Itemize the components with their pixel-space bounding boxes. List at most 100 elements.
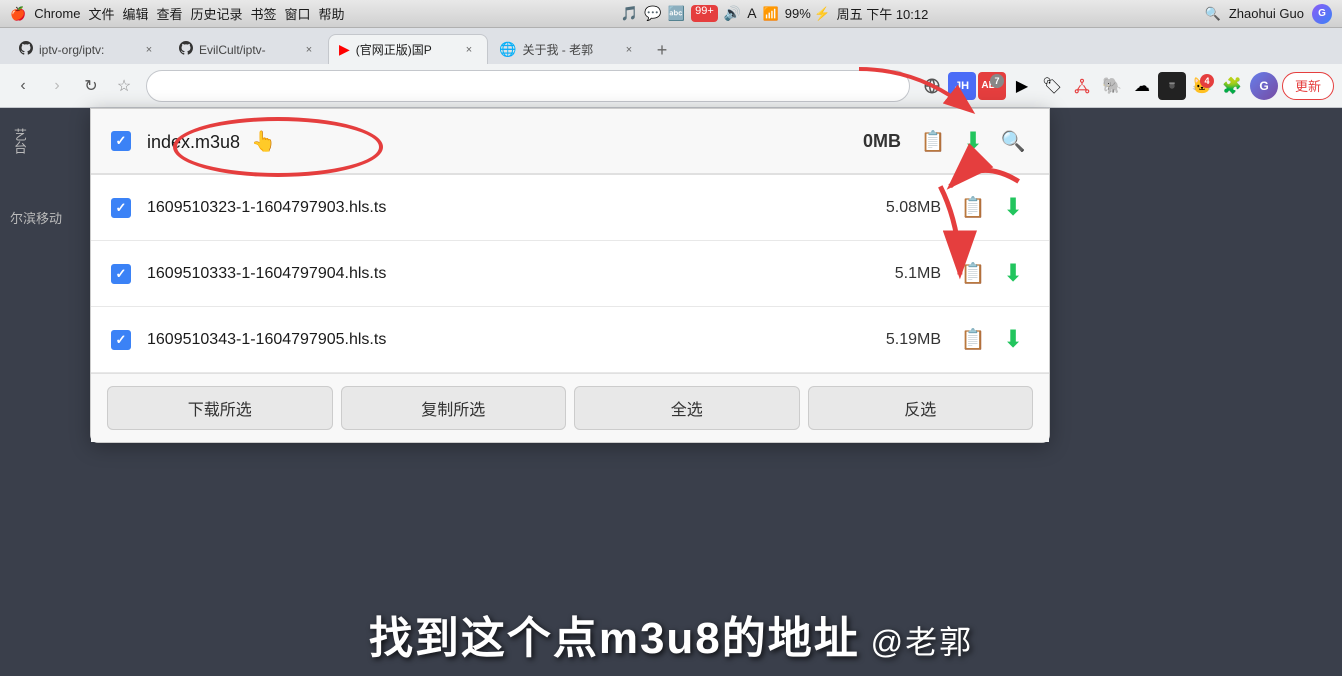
download-icon-index[interactable]: ⬇ [957, 125, 989, 157]
menu-edit[interactable]: 编辑 [122, 4, 148, 23]
extension-icons: JH ABP 7 ▶ 🏷 🐘 ☁ 🐱 4 🧩 [918, 72, 1246, 100]
filesize-3: 5.19MB [861, 331, 941, 349]
filename-1: 1609510323-1-1604797903.hls.ts [147, 199, 845, 217]
download-icon-2[interactable]: ⬇ [997, 258, 1029, 290]
menu-history[interactable]: 历史记录 [190, 4, 242, 23]
download-row-2: 1609510333-1-1604797904.hls.ts 5.1MB 📋 ⬇ [91, 241, 1049, 307]
web-icon: 🌐 [499, 41, 516, 58]
checkbox-1[interactable] [111, 198, 131, 218]
cloud-ext-icon[interactable]: ☁ [1128, 72, 1156, 100]
checkbox-index[interactable] [111, 131, 131, 151]
abp-badge: 7 [990, 74, 1004, 88]
elephant-ext-icon[interactable]: 🐘 [1098, 72, 1126, 100]
download-row-header: index.m3u8 👆 0MB 📋 ⬇ 🔍 [91, 109, 1049, 175]
tab-close-3[interactable]: × [461, 42, 477, 58]
filename-index: index.m3u8 👆 [147, 129, 805, 154]
button-row: 下载所选 复制所选 全选 反选 [91, 373, 1049, 442]
battery-status: 99% ⚡ [785, 6, 831, 22]
back-button[interactable]: ‹ [8, 71, 38, 101]
tab-bar: iptv-org/iptv: × EvilCult/iptv- × ▶ (官网正… [0, 28, 1342, 64]
datetime: 周五 下午 10:12 [837, 4, 929, 23]
new-tab-button[interactable]: + [648, 36, 676, 64]
jh-ext-icon[interactable]: JH [948, 72, 976, 100]
copy-icon-1[interactable]: 📋 [957, 192, 989, 224]
action-icons-1: 📋 ⬇ [957, 192, 1029, 224]
filesize-2: 5.1MB [861, 265, 941, 283]
download-icon-1[interactable]: ⬇ [997, 192, 1029, 224]
menubar-left: 🍎 Chrome 文件 编辑 查看 历史记录 书签 窗口 帮助 [10, 4, 345, 23]
tab-youtube[interactable]: ▶ (官网正版)国P × [328, 34, 488, 64]
apple-icon: 🍎 [10, 6, 26, 22]
sidebar-text: 艺台 [10, 128, 29, 154]
download-panel: index.m3u8 👆 0MB 📋 ⬇ 🔍 1609510323-1-1604… [90, 108, 1050, 443]
github-icon-2 [179, 41, 193, 58]
puzzle-ext-icon[interactable]: 🧩 [1218, 72, 1246, 100]
browser-chrome: iptv-org/iptv: × EvilCult/iptv- × ▶ (官网正… [0, 28, 1342, 108]
toolbar: ‹ › ↻ ☆ JH ABP 7 ▶ 🏷 🐘 ☁ [0, 64, 1342, 108]
menubar: 🍎 Chrome 文件 编辑 查看 历史记录 书签 窗口 帮助 🎵💬🔤99+🔊A… [0, 0, 1342, 28]
checkbox-3[interactable] [111, 330, 131, 350]
select-all-button[interactable]: 全选 [574, 386, 800, 430]
wifi-icon: 📶 [763, 6, 779, 22]
abp-ext-icon[interactable]: ABP 7 [978, 72, 1006, 100]
tab-about[interactable]: 🌐 关于我 - 老郭 × [488, 34, 648, 64]
github-icon-1 [19, 41, 33, 58]
menu-file[interactable]: 文件 [88, 4, 114, 23]
tab-title-3: (官网正版)国P [356, 41, 432, 58]
tab-close-1[interactable]: × [141, 42, 157, 58]
search-icon-index[interactable]: 🔍 [997, 125, 1029, 157]
reload-button[interactable]: ↻ [76, 71, 106, 101]
cat-badge: 4 [1200, 74, 1214, 88]
menu-view[interactable]: 查看 [156, 4, 182, 23]
address-bar[interactable] [146, 70, 910, 102]
tab-title-2: EvilCult/iptv- [199, 43, 266, 57]
tab-close-4[interactable]: × [621, 42, 637, 58]
checkbox-2[interactable] [111, 264, 131, 284]
bookmark-button[interactable]: ☆ [110, 72, 138, 100]
app-name: Chrome [34, 6, 80, 21]
filename-3: 1609510343-1-1604797905.hls.ts [147, 331, 845, 349]
download-row-1: 1609510323-1-1604797903.hls.ts 5.08MB 📋 … [91, 175, 1049, 241]
copy-icon-3[interactable]: 📋 [957, 324, 989, 356]
download-icon-3[interactable]: ⬇ [997, 324, 1029, 356]
download-row-3: 1609510343-1-1604797905.hls.ts 5.19MB 📋 … [91, 307, 1049, 373]
cat-ext-icon[interactable]: 🐱 4 [1188, 72, 1216, 100]
menu-help[interactable]: 帮助 [319, 4, 345, 23]
action-icons-3: 📋 ⬇ [957, 324, 1029, 356]
tab-title-1: iptv-org/iptv: [39, 43, 104, 57]
app-icons: 🎵💬🔤99+🔊A [621, 5, 757, 22]
hls-ext-icon[interactable] [1158, 72, 1186, 100]
subtitle-text: 找到这个点m3u8的地址 @老郭 [369, 602, 973, 666]
action-icons-2: 📋 ⬇ [957, 258, 1029, 290]
page-area: 艺台 尔滨移动 index.m3u8 👆 [0, 108, 1342, 676]
menubar-right: 🔍 Zhaohui Guo G [1205, 4, 1332, 24]
filesize-index: 0MB [821, 131, 901, 152]
network-ext-icon[interactable] [1068, 72, 1096, 100]
tab-iptv-org[interactable]: iptv-org/iptv: × [8, 34, 168, 64]
sphere-ext-icon[interactable] [918, 72, 946, 100]
tab-title-4: 关于我 - 老郭 [522, 41, 593, 58]
action-icons-index: 📋 ⬇ 🔍 [917, 125, 1029, 157]
user-avatar: G [1312, 4, 1332, 24]
menu-window[interactable]: 窗口 [285, 4, 311, 23]
tab-evilcult[interactable]: EvilCult/iptv- × [168, 34, 328, 64]
ext5-icon[interactable]: 🏷 [1038, 72, 1066, 100]
update-button[interactable]: 更新 [1282, 72, 1334, 100]
ext4-icon[interactable]: ▶ [1008, 72, 1036, 100]
forward-button[interactable]: › [42, 71, 72, 101]
copy-icon-index[interactable]: 📋 [917, 125, 949, 157]
copy-icon-2[interactable]: 📋 [957, 258, 989, 290]
tab-close-2[interactable]: × [301, 42, 317, 58]
profile-avatar[interactable]: G [1250, 72, 1278, 100]
page-left-text: 尔滨移动 [10, 208, 62, 227]
youtube-icon: ▶ [339, 41, 350, 58]
search-menubar-icon: 🔍 [1205, 6, 1221, 22]
copy-selected-button[interactable]: 复制所选 [341, 386, 567, 430]
filesize-1: 5.08MB [861, 199, 941, 217]
invert-selection-button[interactable]: 反选 [808, 386, 1034, 430]
menu-bookmark[interactable]: 书签 [251, 4, 277, 23]
download-selected-button[interactable]: 下载所选 [107, 386, 333, 430]
subtitle-author: @老郭 [860, 624, 973, 660]
filename-2: 1609510333-1-1604797904.hls.ts [147, 265, 845, 283]
username: Zhaohui Guo [1229, 6, 1304, 21]
